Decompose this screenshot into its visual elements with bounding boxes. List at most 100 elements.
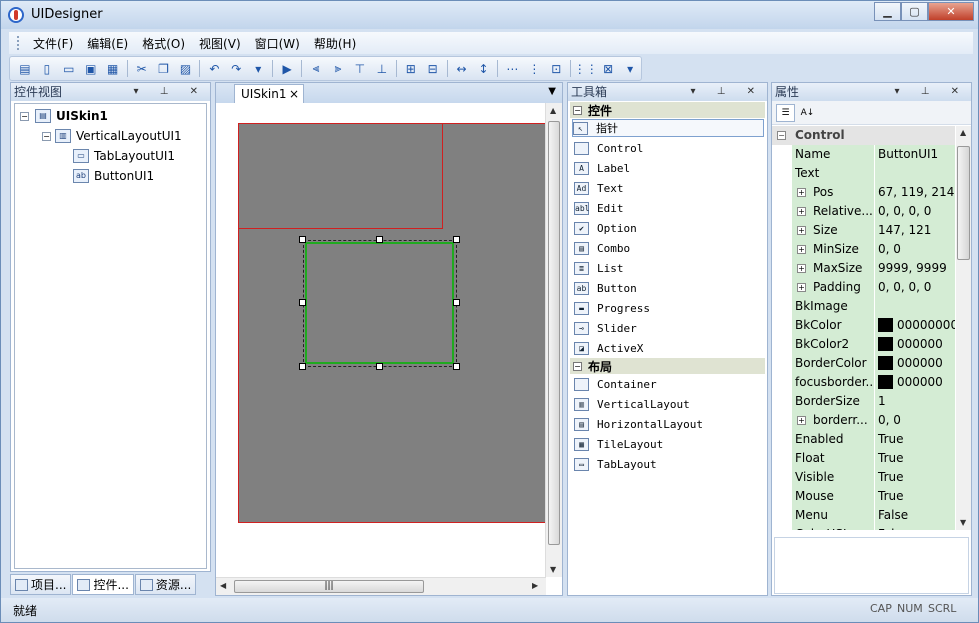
property-value[interactable]: 0, 0: [874, 240, 955, 259]
property-row[interactable]: ColorHSL False: [772, 525, 955, 530]
toolbox-item-label[interactable]: A Label: [574, 159, 630, 177]
close-tab-icon[interactable]: ×: [289, 85, 299, 103]
menu-window[interactable]: 窗口(W): [248, 35, 307, 52]
cut-icon[interactable]: ✂: [132, 58, 152, 79]
scroll-up-icon[interactable]: ▲: [960, 128, 966, 137]
space-vertical-icon[interactable]: ⋮: [524, 58, 544, 79]
property-row[interactable]: focusborder... 000000: [772, 373, 955, 392]
property-value[interactable]: True: [874, 468, 955, 487]
collapse-toggle[interactable]: −: [42, 132, 51, 141]
categorized-view-icon[interactable]: ☰: [776, 104, 795, 122]
expand-icon[interactable]: +: [797, 207, 806, 216]
open-folder-icon[interactable]: ▭: [59, 58, 79, 79]
property-value[interactable]: ButtonUI1: [874, 145, 955, 164]
space-horizontal-icon[interactable]: ⋯: [502, 58, 522, 79]
center-vertical-icon[interactable]: ⊞: [401, 58, 421, 79]
tree-node-tablayout[interactable]: ▭ TabLayoutUI1: [73, 147, 175, 165]
paste-icon[interactable]: ▨: [176, 58, 196, 79]
toolbox-item-tilelayout[interactable]: ▦ TileLayout: [574, 435, 663, 453]
property-row[interactable]: MinSize +0, 0: [772, 240, 955, 259]
vertical-scrollbar[interactable]: ▲ ▼: [545, 103, 562, 577]
toolbox-item-指针[interactable]: ↖ 指针: [572, 119, 764, 137]
property-value[interactable]: 00000000: [874, 316, 955, 335]
scroll-left-icon[interactable]: ◀: [220, 581, 226, 590]
menu-grip[interactable]: [17, 36, 20, 50]
align-left-icon[interactable]: ⫷: [306, 58, 326, 79]
toolbox-item-text[interactable]: Ad Text: [574, 179, 624, 197]
property-row[interactable]: BkColor2 000000: [772, 335, 955, 354]
property-value[interactable]: True: [874, 487, 955, 506]
title-bar[interactable]: UIDesigner ▁ ▢ ✕: [1, 1, 978, 29]
new-file-icon[interactable]: ▯: [37, 58, 57, 79]
property-value[interactable]: True: [874, 449, 955, 468]
toolbox-item-activex[interactable]: ◪ ActiveX: [574, 339, 643, 357]
layouts-section[interactable]: − 布局: [570, 358, 765, 374]
redo-icon[interactable]: ↷: [226, 58, 246, 79]
copy-icon[interactable]: ❐: [154, 58, 174, 79]
menu-help[interactable]: 帮助(H): [307, 35, 363, 52]
expand-icon[interactable]: +: [797, 226, 806, 235]
horizontal-scrollbar[interactable]: ◀ ||| ▶: [216, 577, 546, 595]
toolbox-item-button[interactable]: ab Button: [574, 279, 637, 297]
alphabetical-sort-icon[interactable]: A↓: [798, 104, 817, 122]
property-value[interactable]: [874, 297, 955, 316]
panel-buttons[interactable]: ▾ ⊥ ✕: [691, 83, 764, 101]
align-right-icon[interactable]: ⫸: [328, 58, 348, 79]
panel-buttons[interactable]: ▾ ⊥ ✕: [134, 83, 207, 101]
expand-icon[interactable]: +: [797, 416, 806, 425]
toolbox-item-tablayout[interactable]: ▭ TabLayout: [574, 455, 657, 473]
expand-icon[interactable]: +: [797, 264, 806, 273]
tree-node-verticallayout[interactable]: ▥ VerticalLayoutUI1: [55, 127, 182, 145]
menu-view[interactable]: 视图(V): [192, 35, 248, 52]
save-icon[interactable]: ▣: [81, 58, 101, 79]
more-icon[interactable]: ▾: [248, 58, 268, 79]
toolbox-item-edit[interactable]: abl Edit: [574, 199, 624, 217]
property-value[interactable]: 147, 121: [874, 221, 955, 240]
resize-handle[interactable]: [453, 299, 460, 306]
scroll-down-icon[interactable]: ▼: [960, 518, 966, 527]
property-row[interactable]: Size +147, 121: [772, 221, 955, 240]
property-row[interactable]: borderr... +0, 0: [772, 411, 955, 430]
property-value[interactable]: 000000: [874, 373, 955, 392]
property-row[interactable]: BorderColor 000000: [772, 354, 955, 373]
expand-icon[interactable]: +: [797, 188, 806, 197]
design-canvas[interactable]: [238, 123, 547, 523]
property-value[interactable]: 0, 0, 0, 0: [874, 202, 955, 221]
toolbox-item-container[interactable]: Container: [574, 375, 657, 393]
property-row[interactable]: Menu False: [772, 506, 955, 525]
property-scroll-thumb[interactable]: [957, 146, 970, 260]
toolbox-item-verticallayout[interactable]: ▥ VerticalLayout: [574, 395, 690, 413]
select-frame-icon[interactable]: ⊠: [598, 58, 618, 79]
toolbox-item-progress[interactable]: ▬ Progress: [574, 299, 650, 317]
property-row[interactable]: Mouse True: [772, 487, 955, 506]
tab-list-dropdown-icon[interactable]: ▼: [548, 86, 556, 97]
scroll-down-icon[interactable]: ▼: [550, 565, 556, 574]
property-value[interactable]: True: [874, 430, 955, 449]
expand-icon[interactable]: +: [797, 283, 806, 292]
tab-layout-region[interactable]: [238, 123, 443, 229]
resize-handle[interactable]: [299, 236, 306, 243]
run-preview-icon[interactable]: ▶: [277, 58, 297, 79]
collapse-toggle[interactable]: −: [20, 112, 29, 121]
toolbox-item-list[interactable]: ≣ List: [574, 259, 624, 277]
tab-controls[interactable]: 控件...: [72, 574, 134, 595]
resize-handle[interactable]: [376, 236, 383, 243]
property-row[interactable]: Text: [772, 164, 955, 183]
property-row[interactable]: BorderSize 1: [772, 392, 955, 411]
property-row[interactable]: Relative... +0, 0, 0, 0: [772, 202, 955, 221]
controls-section[interactable]: − 控件: [570, 102, 765, 118]
property-value[interactable]: 000000: [874, 335, 955, 354]
save-all-icon[interactable]: ▦: [103, 58, 123, 79]
toolbox-item-horizontallayout[interactable]: ▤ HorizontalLayout: [574, 415, 703, 433]
menu-file[interactable]: 文件(F): [26, 35, 80, 52]
more-icon[interactable]: ▾: [620, 58, 640, 79]
resize-handle[interactable]: [299, 299, 306, 306]
property-row[interactable]: Padding +0, 0, 0, 0: [772, 278, 955, 297]
property-value[interactable]: 000000: [874, 354, 955, 373]
resize-handle[interactable]: [453, 236, 460, 243]
tree-node-uiskin[interactable]: ▤ UISkin1: [35, 107, 108, 125]
property-value[interactable]: False: [874, 525, 955, 530]
align-bottom-icon[interactable]: ⊥: [372, 58, 392, 79]
grid-icon[interactable]: ⋮⋮: [574, 58, 598, 79]
property-value[interactable]: 67, 119, 214,...: [874, 183, 955, 202]
